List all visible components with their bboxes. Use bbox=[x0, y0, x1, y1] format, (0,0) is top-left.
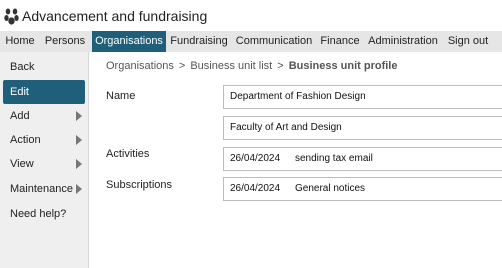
subscription-text: General notices bbox=[295, 183, 366, 194]
breadcrumb-link-organisations[interactable]: Organisations bbox=[106, 60, 174, 72]
submenu-arrow-icon bbox=[76, 111, 82, 121]
title-bar: Advancement and fundraising bbox=[0, 0, 502, 32]
nav-home[interactable]: Home bbox=[0, 31, 40, 52]
activity-date: 26/04/2024 bbox=[230, 153, 281, 164]
app-title: Advancement and fundraising bbox=[22, 8, 208, 24]
sidebar-item-maintenance[interactable]: Maintenance bbox=[0, 177, 86, 201]
sidebar-item-action[interactable]: Action bbox=[0, 128, 86, 152]
paw-logo-icon bbox=[4, 8, 19, 25]
activity-entry[interactable]: 26/04/2024 sending tax email bbox=[223, 147, 502, 171]
top-navigation: Home Persons Organisations Fundraising C… bbox=[0, 31, 502, 52]
breadcrumb-current: Business unit profile bbox=[288, 60, 398, 72]
breadcrumb-separator: > bbox=[178, 60, 186, 72]
nav-administration[interactable]: Administration bbox=[365, 31, 441, 52]
sidebar-item-label: Edit bbox=[10, 86, 29, 98]
nav-organisations[interactable]: Organisations bbox=[92, 31, 166, 52]
activities-label: Activities bbox=[106, 148, 150, 160]
sidebar-item-label: Maintenance bbox=[10, 183, 73, 195]
sidebar: Back Edit Add Action View Maintenance Ne… bbox=[0, 52, 89, 268]
sidebar-item-label: Back bbox=[10, 61, 35, 73]
activity-text: sending tax email bbox=[295, 153, 373, 164]
sidebar-item-label: Add bbox=[10, 110, 30, 122]
department-name-field[interactable]: Department of Fashion Design bbox=[223, 85, 502, 109]
faculty-name-field[interactable]: Faculty of Art and Design bbox=[223, 116, 502, 140]
sidebar-item-label: View bbox=[10, 158, 34, 170]
sidebar-item-view[interactable]: View bbox=[0, 152, 86, 176]
subscription-entry[interactable]: 26/04/2024 General notices bbox=[223, 177, 502, 201]
sidebar-item-edit[interactable]: Edit bbox=[3, 80, 85, 104]
nav-communication[interactable]: Communication bbox=[233, 31, 315, 52]
sidebar-item-help[interactable]: Need help? bbox=[0, 202, 86, 226]
nav-persons[interactable]: Persons bbox=[40, 31, 90, 52]
name-label: Name bbox=[106, 90, 136, 102]
subscription-date: 26/04/2024 bbox=[230, 183, 281, 194]
submenu-arrow-icon bbox=[76, 184, 82, 194]
sidebar-item-back[interactable]: Back bbox=[0, 55, 86, 79]
submenu-arrow-icon bbox=[76, 135, 82, 145]
sidebar-item-label: Need help? bbox=[10, 208, 67, 220]
breadcrumb-separator: > bbox=[277, 60, 284, 72]
nav-sign-out[interactable]: Sign out bbox=[444, 31, 492, 52]
sidebar-item-add[interactable]: Add bbox=[0, 104, 86, 128]
nav-finance[interactable]: Finance bbox=[317, 31, 363, 52]
breadcrumb-link-business-unit-list[interactable]: Business unit list bbox=[190, 60, 272, 72]
breadcrumb: Organisations > Business unit list > Busines… bbox=[106, 60, 397, 72]
sidebar-item-label: Action bbox=[10, 134, 41, 146]
subscriptions-label: Subscriptions bbox=[106, 179, 173, 191]
submenu-arrow-icon bbox=[76, 159, 82, 169]
nav-fundraising[interactable]: Fundraising bbox=[168, 31, 230, 52]
